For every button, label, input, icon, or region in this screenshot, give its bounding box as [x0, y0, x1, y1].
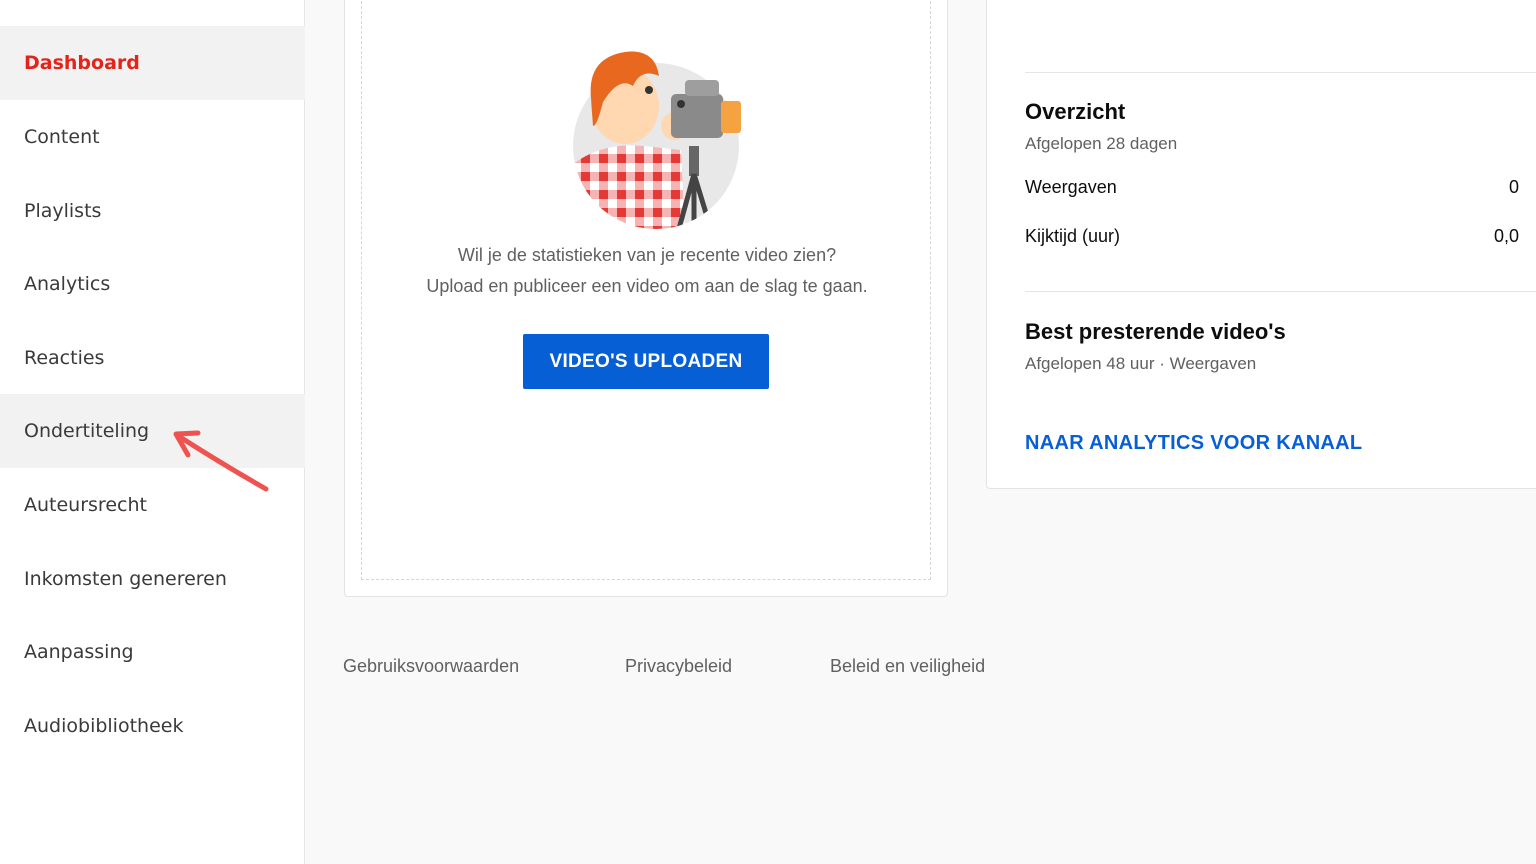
- top-videos-title: Best presterende video's: [1025, 319, 1286, 344]
- metric-label-views: Weergaven: [1025, 177, 1117, 197]
- sidebar-item-content[interactable]: Content: [0, 100, 305, 174]
- sidebar-item-label: Audiobibliotheek: [24, 715, 184, 737]
- sidebar-item-inkomsten-genereren[interactable]: Inkomsten genereren: [0, 542, 305, 616]
- channel-analytics-link[interactable]: NAAR ANALYTICS VOOR KANAAL: [1025, 432, 1362, 455]
- sidebar-item-audiobibliotheek[interactable]: Audiobibliotheek: [0, 689, 305, 763]
- divider: [1025, 291, 1536, 292]
- sidebar-item-label: Auteursrecht: [24, 494, 147, 516]
- sidebar-item-dashboard[interactable]: Dashboard: [0, 26, 305, 100]
- sidebar-item-label: Playlists: [24, 200, 102, 222]
- upload-prompt-line2: Upload en publiceer een video om aan de …: [426, 276, 868, 296]
- sidebar-item-playlists[interactable]: Playlists: [0, 174, 305, 248]
- sidebar-item-label: Analytics: [24, 273, 111, 295]
- sidebar-item-label: Dashboard: [24, 52, 140, 74]
- annotation-arrow-icon: [173, 430, 269, 492]
- metric-value-views: 0: [1508, 177, 1519, 197]
- top-videos-subtitle: Afgelopen 48 uur · Weergaven: [1025, 354, 1257, 373]
- sidebar-item-aanpassing[interactable]: Aanpassing: [0, 615, 305, 689]
- footer-link-privacy[interactable]: Privacybeleid: [625, 656, 732, 677]
- sidebar-item-analytics[interactable]: Analytics: [0, 247, 305, 321]
- sidebar-item-label: Ondertiteling: [24, 420, 150, 442]
- sidebar-item-label: Content: [24, 126, 100, 148]
- overview-period: Afgelopen 28 dagen: [1025, 134, 1178, 153]
- analytics-card: Overzicht Afgelopen 28 dagen Weergaven 0…: [986, 0, 1536, 489]
- upload-prompt-line1: Wil je de statistieken van je recente vi…: [457, 245, 837, 265]
- overview-title: Overzicht: [1025, 99, 1126, 124]
- metric-value-watchtime: 0,0: [1493, 226, 1519, 246]
- sidebar-item-reacties[interactable]: Reacties: [0, 321, 305, 395]
- sidebar-item-label: Reacties: [24, 347, 105, 369]
- divider: [1025, 72, 1536, 73]
- metric-label-watchtime: Kijktijd (uur): [1025, 226, 1121, 246]
- upload-card: Wil je de statistieken van je recente vi…: [344, 0, 948, 597]
- footer-link-policy-safety[interactable]: Beleid en veiligheid: [830, 656, 985, 677]
- footer-link-terms[interactable]: Gebruiksvoorwaarden: [343, 656, 519, 677]
- sidebar-item-label: Aanpassing: [24, 641, 134, 663]
- sidebar-item-label: Inkomsten genereren: [24, 568, 227, 590]
- upload-videos-button[interactable]: VIDEO'S UPLOADEN: [523, 334, 769, 389]
- camera-operator-illustration-icon: [573, 51, 741, 229]
